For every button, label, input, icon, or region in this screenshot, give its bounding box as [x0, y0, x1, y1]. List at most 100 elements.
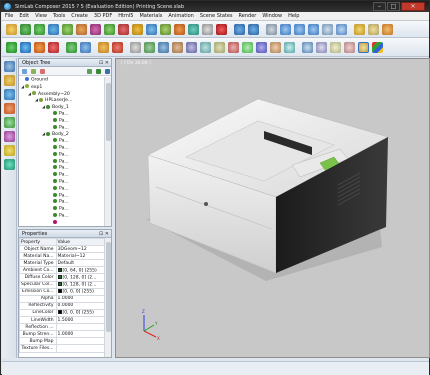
- tree-item[interactable]: Pa...: [19, 212, 104, 220]
- property-value-cell[interactable]: Material~12: [55, 252, 107, 261]
- menu-scene-states[interactable]: Scene States: [200, 13, 233, 19]
- tree-item[interactable]: Pa...: [19, 124, 104, 132]
- zoom-icon[interactable]: [158, 42, 169, 53]
- property-value-cell[interactable]: [55, 337, 107, 346]
- property-value-cell[interactable]: Default: [55, 259, 107, 268]
- tree-item[interactable]: Pa...: [19, 172, 104, 179]
- tree-remove-icon[interactable]: [40, 69, 45, 74]
- scene-state-icon[interactable]: [66, 42, 77, 53]
- sequence-icon[interactable]: [4, 159, 15, 170]
- property-row[interactable]: Alpha 1.0000: [19, 294, 107, 303]
- reflection-icon[interactable]: [316, 42, 327, 53]
- tree-item[interactable]: ◢ Body_1: [19, 104, 104, 111]
- pause-icon[interactable]: [20, 42, 31, 53]
- property-value-cell[interactable]: [0, 128, 0] (2...: [55, 273, 107, 282]
- select-icon[interactable]: [266, 24, 277, 35]
- lights-library-icon[interactable]: [4, 131, 15, 142]
- import-icon[interactable]: [20, 24, 31, 35]
- tree-item[interactable]: [19, 219, 104, 226]
- ground-icon[interactable]: [330, 42, 341, 53]
- fit-icon[interactable]: [172, 42, 183, 53]
- menu-window[interactable]: Window: [262, 13, 282, 19]
- grid-icon[interactable]: [322, 24, 333, 35]
- menu-render[interactable]: Render: [239, 13, 257, 19]
- library-icon[interactable]: [4, 75, 15, 86]
- tree-item[interactable]: ◢ exp1: [19, 84, 104, 91]
- tree-item[interactable]: Pa...: [19, 206, 104, 213]
- maximize-button[interactable]: □: [387, 2, 400, 11]
- 3d-viewport[interactable]: [ FOV 30.00 ] X Y Z: [115, 58, 430, 358]
- menu-animation[interactable]: Animation: [168, 13, 194, 19]
- side-view-icon[interactable]: [200, 42, 211, 53]
- color-swatch[interactable]: [57, 282, 62, 286]
- tree-add-icon[interactable]: [22, 69, 27, 74]
- light-bulb-icon[interactable]: [98, 42, 109, 53]
- material-icon[interactable]: [90, 24, 101, 35]
- tree-item[interactable]: Pa...: [19, 117, 104, 125]
- menu-tools[interactable]: Tools: [53, 13, 65, 19]
- property-row[interactable]: Texture Files...: [19, 344, 107, 353]
- render-icon[interactable]: [118, 24, 129, 35]
- rotate-icon[interactable]: [294, 24, 305, 35]
- color-palette-icon[interactable]: [372, 42, 383, 53]
- xray-icon[interactable]: [284, 42, 295, 53]
- property-value-cell[interactable]: 1.0000: [55, 330, 107, 339]
- property-value-cell[interactable]: [0, 64, 0] (255): [55, 266, 107, 275]
- environment-icon[interactable]: [368, 24, 379, 35]
- tree-item[interactable]: ◢ Assembly~20: [19, 91, 104, 98]
- vr-icon[interactable]: [188, 24, 199, 35]
- new-scene-icon[interactable]: [6, 24, 17, 35]
- tree-item[interactable]: Pa...: [19, 185, 104, 193]
- menu-materials[interactable]: Materials: [139, 13, 162, 19]
- material-editor-icon[interactable]: [358, 42, 369, 53]
- shadow-icon[interactable]: [302, 42, 313, 53]
- scene-browser-icon[interactable]: [4, 61, 15, 72]
- tree-item[interactable]: Pa...: [19, 192, 104, 200]
- color-swatch[interactable]: [57, 310, 62, 315]
- panel-dock-close-icon[interactable]: ⊡ ✕: [99, 230, 109, 238]
- property-row[interactable]: Ambient Co... [0, 64, 0] (255): [19, 266, 107, 275]
- play-icon[interactable]: [6, 42, 17, 53]
- record-icon[interactable]: [48, 42, 59, 53]
- refresh-icon[interactable]: [62, 24, 73, 35]
- viewpoint-icon[interactable]: [80, 42, 91, 53]
- tree-item[interactable]: Ground: [19, 77, 104, 84]
- tree-item[interactable]: ◢ HPLaserJe...: [19, 97, 104, 104]
- settings-icon[interactable]: [76, 24, 87, 35]
- property-row[interactable]: Bump Map: [19, 337, 107, 346]
- top-view-icon[interactable]: [214, 42, 225, 53]
- menu-view[interactable]: View: [35, 13, 47, 19]
- menu-3dpdf[interactable]: 3D PDF: [94, 13, 112, 19]
- menu-file[interactable]: File: [5, 13, 13, 19]
- color-swatch[interactable]: [57, 289, 62, 293]
- tree-item[interactable]: Pa...: [19, 144, 104, 152]
- html5-icon[interactable]: [174, 24, 185, 35]
- shaded-icon[interactable]: [256, 42, 267, 53]
- stop-icon[interactable]: [34, 42, 45, 53]
- tree-item[interactable]: ◢ Body_2: [19, 131, 104, 138]
- light-icon[interactable]: [132, 24, 143, 35]
- object-tree-scrollbar[interactable]: [104, 77, 111, 226]
- property-value-cell[interactable]: [55, 323, 107, 332]
- property-row[interactable]: Reflectivity 0.0000: [19, 301, 107, 310]
- color-swatch[interactable]: [57, 267, 62, 272]
- property-row[interactable]: Object Name 3DGeom~12: [19, 245, 107, 254]
- menu-html5[interactable]: Html5: [118, 13, 133, 19]
- property-value-cell[interactable]: [0, 0, 0] (255): [55, 308, 107, 318]
- scale-icon[interactable]: [308, 24, 319, 35]
- properties-scrollbar[interactable]: [104, 238, 111, 357]
- save-icon[interactable]: [48, 24, 59, 35]
- camera-icon[interactable]: [146, 24, 157, 35]
- menu-create[interactable]: Create: [71, 13, 88, 19]
- scrollbar-thumb[interactable]: [106, 83, 111, 141]
- property-value-cell[interactable]: [0, 128, 0] (2...: [55, 280, 107, 289]
- property-value-cell[interactable]: 0.0000: [55, 301, 107, 310]
- textured-icon[interactable]: [270, 42, 281, 53]
- property-row[interactable]: Specular Col... [0, 128, 0] (2...: [19, 280, 107, 289]
- printer-model[interactable]: X Y Z: [116, 59, 430, 359]
- open-icon[interactable]: [34, 24, 45, 35]
- property-row[interactable]: Bump Stren... 1.0000: [19, 330, 107, 339]
- panel-dock-close-icon[interactable]: ⊡ ✕: [99, 59, 109, 67]
- delete-icon[interactable]: [216, 24, 227, 35]
- front-view-icon[interactable]: [186, 42, 197, 53]
